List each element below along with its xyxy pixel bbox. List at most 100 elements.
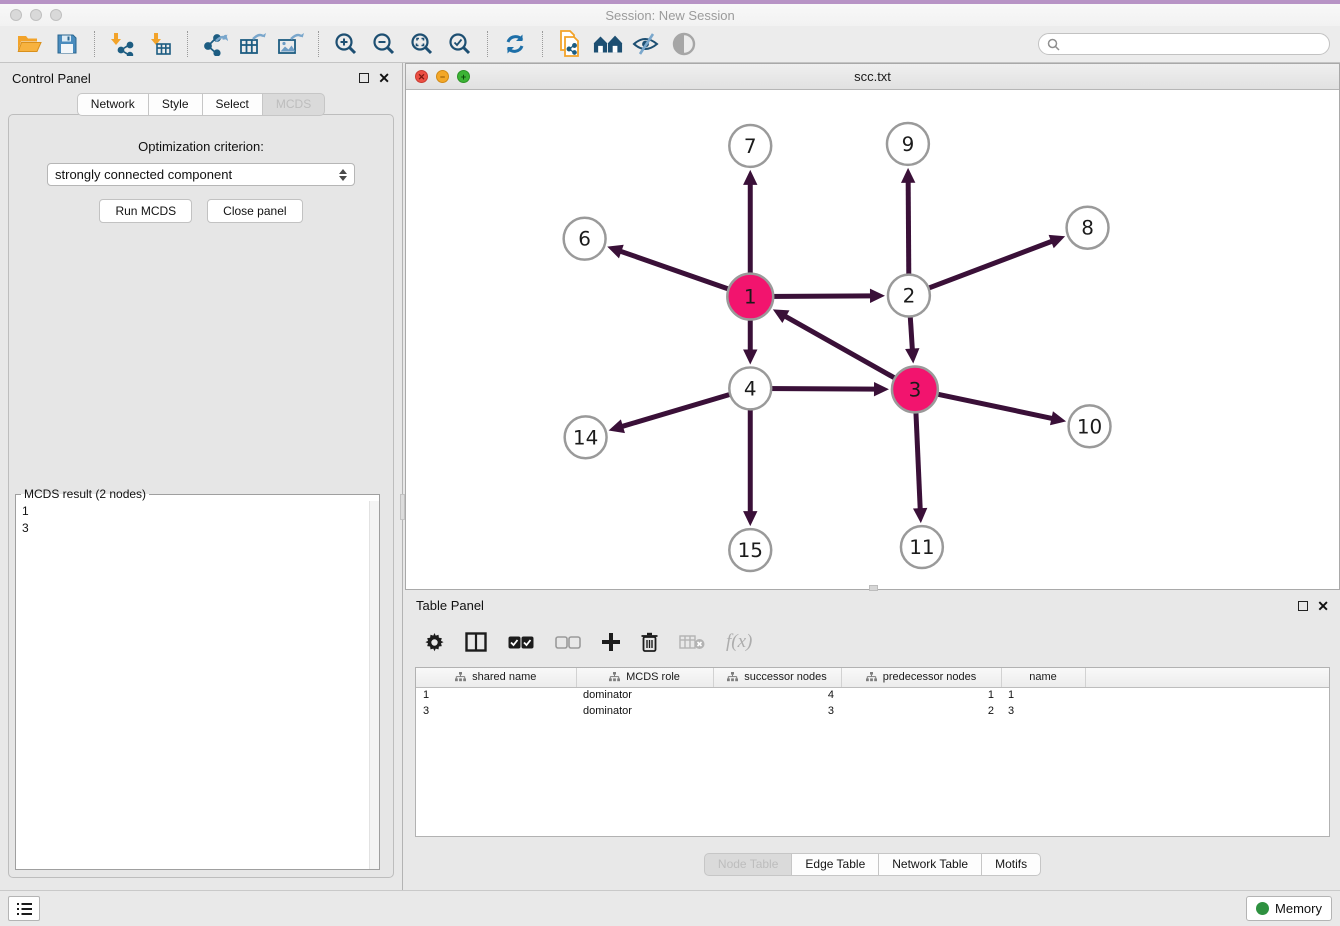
tab-node-table[interactable]: Node Table xyxy=(704,853,793,876)
deselect-all-button[interactable] xyxy=(555,636,581,649)
window-title: Session: New Session xyxy=(0,8,1340,23)
zoom-out-icon xyxy=(372,32,396,56)
show-columns-button[interactable] xyxy=(465,632,487,652)
control-panel: Control Panel ✕ NetworkStyleSelectMCDS O… xyxy=(0,63,403,890)
column-header-predecessor-nodes[interactable]: predecessor nodes xyxy=(841,668,1001,687)
graph-node-label-14: 14 xyxy=(573,425,598,449)
tab-network[interactable]: Network xyxy=(77,93,149,116)
graph-node-label-1: 1 xyxy=(744,285,757,309)
optimization-criterion-select[interactable]: strongly connected component xyxy=(47,163,355,186)
apply-layout-button[interactable] xyxy=(500,30,530,58)
right-column: ✕ − + scc.txt 7968124314101511 Table Pan… xyxy=(405,63,1340,890)
graph-node-label-4: 4 xyxy=(744,376,757,400)
graph-arrowhead-3-10 xyxy=(1050,411,1066,425)
control-panel-tabs: NetworkStyleSelectMCDS xyxy=(0,93,402,116)
cell-successor-nodes[interactable]: 4 xyxy=(713,687,841,703)
add-column-button[interactable] xyxy=(602,633,620,651)
cell-successor-nodes[interactable]: 3 xyxy=(713,703,841,719)
control-panel-header: Control Panel ✕ xyxy=(0,63,402,93)
table-row[interactable]: 1dominator411 xyxy=(416,687,1329,703)
export-network-button[interactable] xyxy=(200,30,230,58)
task-history-button[interactable] xyxy=(8,896,40,921)
import-table-button[interactable] xyxy=(145,30,175,58)
cell-name[interactable]: 3 xyxy=(1001,703,1085,719)
open-session-button[interactable] xyxy=(14,30,44,58)
float-table-panel-icon[interactable] xyxy=(1298,601,1308,611)
search-field[interactable] xyxy=(1038,33,1330,55)
close-table-panel-icon[interactable]: ✕ xyxy=(1317,601,1329,611)
run-mcds-button[interactable]: Run MCDS xyxy=(99,199,192,223)
table-settings-button[interactable] xyxy=(425,633,444,652)
cell-shared-name[interactable]: 1 xyxy=(416,687,576,703)
cell-mcds-role[interactable]: dominator xyxy=(576,687,713,703)
result-scrollbar[interactable] xyxy=(369,501,379,869)
save-session-button[interactable] xyxy=(52,30,82,58)
cell-shared-name[interactable]: 3 xyxy=(416,703,576,719)
graph-arrowhead-4-14 xyxy=(609,419,625,433)
trash-icon xyxy=(641,632,658,652)
mcds-result-box: MCDS result (2 nodes) 13 xyxy=(15,487,380,870)
cell-mcds-role[interactable]: dominator xyxy=(576,703,713,719)
zoom-selected-button[interactable] xyxy=(445,30,475,58)
eye-slash-icon xyxy=(632,32,660,56)
tab-network-table[interactable]: Network Table xyxy=(879,853,982,876)
unchecked-boxes-icon xyxy=(555,636,581,649)
columns-icon xyxy=(465,632,487,652)
toolbar-separator xyxy=(487,31,488,57)
mcds-panel: Optimization criterion: strongly connect… xyxy=(8,114,394,878)
table-panel-title: Table Panel xyxy=(416,598,484,613)
close-panel-button[interactable]: Close panel xyxy=(207,199,302,223)
tab-select[interactable]: Select xyxy=(203,93,263,116)
table-row[interactable]: 3dominator323 xyxy=(416,703,1329,719)
duplicate-network-button[interactable] xyxy=(555,30,585,58)
zoom-in-icon xyxy=(334,32,358,56)
graph-edge-2-8[interactable] xyxy=(909,240,1054,295)
zoom-in-button[interactable] xyxy=(331,30,361,58)
search-input[interactable] xyxy=(1065,37,1321,51)
vertical-splitter-handle[interactable] xyxy=(400,494,405,520)
tab-edge-table[interactable]: Edge Table xyxy=(792,853,879,876)
table-panel-header: Table Panel ✕ xyxy=(405,592,1340,619)
column-header-filler xyxy=(1085,668,1329,687)
toggle-graphics-details-button[interactable] xyxy=(631,30,661,58)
tab-mcds[interactable]: MCDS xyxy=(263,93,325,116)
column-header-shared-name[interactable]: shared name xyxy=(416,668,576,687)
float-panel-icon[interactable] xyxy=(359,73,369,83)
graph-arrowhead-2-3 xyxy=(905,348,919,363)
network-canvas[interactable]: 7968124314101511 xyxy=(406,90,1339,589)
network-graph[interactable]: 7968124314101511 xyxy=(406,90,1339,589)
delete-table-button[interactable] xyxy=(679,634,705,650)
tab-motifs[interactable]: Motifs xyxy=(982,853,1041,876)
export-table-icon xyxy=(239,32,267,56)
mcds-result-list[interactable]: 13 xyxy=(18,503,377,867)
cell-predecessor-nodes[interactable]: 1 xyxy=(841,687,1001,703)
export-image-button[interactable] xyxy=(276,30,306,58)
zoom-fit-button[interactable] xyxy=(407,30,437,58)
graph-node-label-15: 15 xyxy=(738,538,763,562)
export-table-button[interactable] xyxy=(238,30,268,58)
column-header-mcds-role[interactable]: MCDS role xyxy=(576,668,713,687)
close-panel-icon[interactable]: ✕ xyxy=(378,73,390,83)
zoom-out-button[interactable] xyxy=(369,30,399,58)
column-header-successor-nodes[interactable]: successor nodes xyxy=(713,668,841,687)
memory-button[interactable]: Memory xyxy=(1246,896,1332,921)
mcds-result-line: 3 xyxy=(18,520,377,537)
cell-predecessor-nodes[interactable]: 2 xyxy=(841,703,1001,719)
column-label: predecessor nodes xyxy=(883,671,977,683)
import-table-icon xyxy=(148,32,172,56)
list-icon xyxy=(16,902,33,916)
tab-style[interactable]: Style xyxy=(149,93,203,116)
cell-name[interactable]: 1 xyxy=(1001,687,1085,703)
hide-panel-eye-button[interactable] xyxy=(669,30,699,58)
cyndex-browse-button[interactable] xyxy=(593,30,623,58)
graph-arrowhead-4-15 xyxy=(743,511,757,526)
horizontal-splitter-handle[interactable] xyxy=(869,585,878,591)
column-header-name[interactable]: name xyxy=(1001,668,1085,687)
delete-column-button[interactable] xyxy=(641,632,658,652)
function-builder-button[interactable]: f(x) xyxy=(726,631,752,653)
graph-node-label-10: 10 xyxy=(1077,414,1102,438)
eye-disabled-icon xyxy=(671,32,697,56)
select-all-button[interactable] xyxy=(508,636,534,649)
node-table[interactable]: shared nameMCDS rolesuccessor nodes prede… xyxy=(415,667,1330,837)
import-network-button[interactable] xyxy=(107,30,137,58)
